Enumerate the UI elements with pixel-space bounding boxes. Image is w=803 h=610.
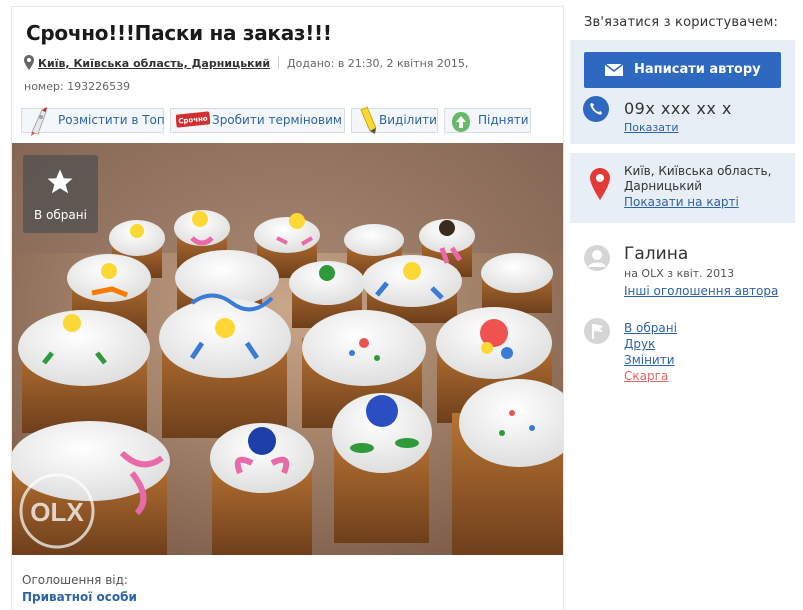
print-link[interactable]: Друк (624, 336, 677, 352)
phone-number: 09x xxx xx x (624, 99, 732, 118)
show-phone-link[interactable]: Показати (624, 121, 679, 134)
raise-button[interactable]: Підняти (444, 108, 531, 133)
write-author-button[interactable]: Написати автору (584, 52, 781, 88)
other-ads-link[interactable]: Інші оголошення автора (624, 284, 778, 298)
highlighter-icon (358, 106, 380, 144)
user-name: Галина (624, 244, 689, 264)
show-map-link[interactable]: Показати на карті (624, 195, 739, 209)
urgent-tag-icon: Срочно (175, 111, 211, 137)
favorites-label: В обрані (34, 208, 87, 222)
olx-watermark-logo: OLX (17, 471, 97, 555)
promote-top-label: Розмістити в Топ (58, 113, 165, 127)
listing-number: номер: 193226539 (24, 80, 131, 93)
listing-action-links: В обрані Друк Змінити Скарга (624, 320, 677, 384)
promote-top-button[interactable]: Розмістити в Топ (21, 107, 165, 136)
raise-label: Підняти (478, 113, 529, 127)
seller-type-label: Оголошення від: (22, 573, 128, 587)
location-pin-icon (24, 55, 34, 77)
seller-location: Київ, Київська область, Дарницький (624, 164, 772, 193)
favorites-link[interactable]: В обрані (624, 320, 677, 336)
edit-link[interactable]: Змінити (624, 352, 677, 368)
highlight-button[interactable]: Виділити (351, 106, 438, 134)
listing-photo[interactable]: В обрані OLX (12, 143, 563, 555)
user-avatar-icon (584, 245, 610, 275)
make-urgent-button[interactable]: Срочно Зробити терміновим (170, 108, 345, 133)
location-panel: Київ, Київська область, Дарницький Показ… (570, 153, 795, 223)
raise-arrow-icon (451, 110, 471, 142)
user-since: на OLX з квіт. 2013 (624, 267, 735, 280)
map-marker-icon (590, 168, 610, 204)
contact-title: Зв'язатися з користувачем: (584, 15, 779, 30)
make-urgent-label: Зробити терміновим (212, 113, 342, 127)
star-icon (45, 167, 75, 201)
listing-card: Срочно!!!Паски на заказ!!! Київ, Київськ… (11, 6, 564, 610)
report-link[interactable]: Скарга (624, 368, 677, 384)
listing-title: Срочно!!!Паски на заказ!!! (26, 21, 332, 45)
listing-meta: Київ, Київська область, Дарницький Додано… (24, 54, 544, 97)
envelope-icon (604, 63, 624, 80)
flag-icon (584, 318, 610, 348)
write-author-label: Написати автору (634, 62, 761, 77)
location-link[interactable]: Київ, Київська область, Дарницький (38, 57, 270, 70)
highlight-label: Виділити (379, 113, 437, 127)
rocket-icon (28, 106, 50, 144)
meta-divider (278, 57, 280, 69)
phone-icon (583, 96, 609, 126)
contact-panel: Написати автору 09x xxx xx x Показати (570, 40, 795, 144)
add-to-favorites-button[interactable]: В обрані (23, 155, 98, 233)
watermark-text: OLX (30, 497, 84, 527)
seller-type-value: Приватної особи (22, 590, 137, 604)
date-added: Додано: в 21:30, 2 квітня 2015, (287, 57, 469, 70)
